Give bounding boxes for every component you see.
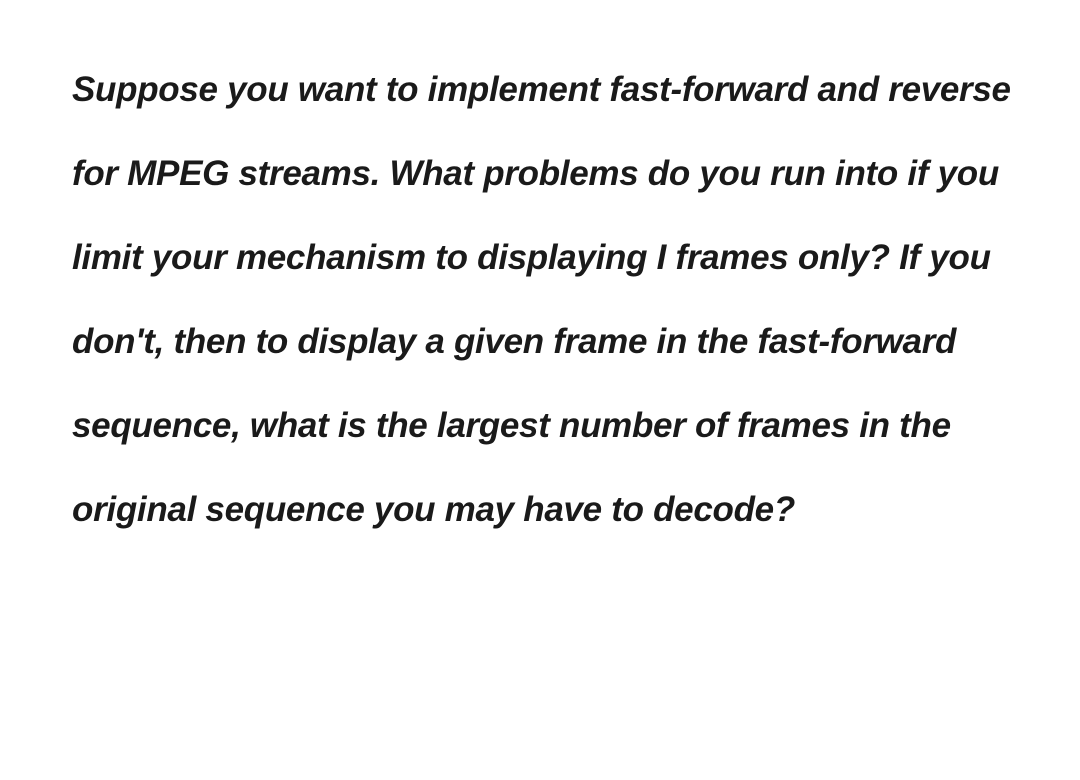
question-paragraph: Suppose you want to implement fast-forwa…	[72, 48, 1020, 552]
